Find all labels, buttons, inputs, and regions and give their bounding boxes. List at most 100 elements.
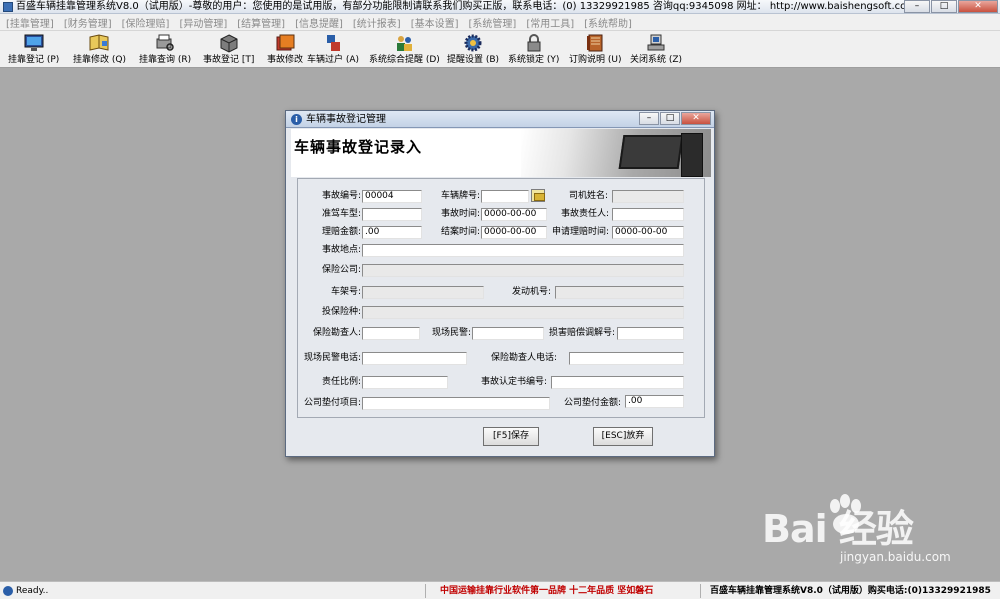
- status-slogan: 中国运输挂靠行业软件第一品牌 十二年品质 坚如磐石: [440, 586, 654, 596]
- responsible-person-label: 事故责任人:: [560, 209, 609, 219]
- statusbar: Ready.. 中国运输挂靠行业软件第一品牌 十二年品质 坚如磐石 百盛车辆挂靠…: [0, 581, 1000, 599]
- claim-amount-field[interactable]: .00: [362, 226, 422, 239]
- accident-location-field[interactable]: [362, 244, 684, 257]
- status-ready: Ready..: [16, 586, 49, 596]
- close-time-label: 结案时间:: [440, 227, 480, 237]
- cancel-button[interactable]: [ESC]放弃: [593, 427, 653, 446]
- baidu-paw-logo: [830, 494, 861, 534]
- responsible-person-field[interactable]: [612, 208, 684, 221]
- advance-item-field[interactable]: [362, 397, 550, 410]
- onsite-police-label: 现场民警:: [431, 328, 471, 338]
- tool-lock-button[interactable]: 系统锁定 (Y): [508, 33, 559, 66]
- watermark: Bai 经验 jingyan.baidu.com: [740, 488, 990, 578]
- menu-settlement[interactable]: [结算管理]: [237, 15, 285, 30]
- tool-transfer-button[interactable]: 车辆过户 (A): [307, 33, 359, 66]
- accident-no-field[interactable]: 00004: [362, 190, 422, 203]
- accident-time-label: 事故时间:: [440, 209, 480, 219]
- dialog-heading: 车辆事故登记录入: [294, 138, 423, 156]
- driver-name-label: 司机姓名:: [568, 191, 608, 201]
- book-icon: [89, 34, 109, 51]
- menu-finance[interactable]: [财务管理]: [64, 15, 112, 30]
- surveyor-phone-field[interactable]: [569, 352, 684, 365]
- computer-tower-icon: [681, 133, 703, 177]
- menu-tools[interactable]: [常用工具]: [526, 15, 574, 30]
- cube-icon: [220, 34, 238, 53]
- status-product: 百盛车辆挂靠管理系统V8.0（试用版）购买电话:(0)13329921985: [710, 586, 991, 596]
- dialog-title: 车辆事故登记管理: [306, 114, 386, 125]
- tool-reminder-button[interactable]: 系统综合提醒 (D): [369, 33, 440, 66]
- minimize-button[interactable]: –: [904, 0, 930, 13]
- dialog-minimize-button[interactable]: –: [639, 112, 659, 125]
- frame-no-field[interactable]: [362, 286, 484, 299]
- computer-icon: [647, 34, 665, 51]
- license-type-label: 准驾车型:: [321, 209, 361, 219]
- maximize-button[interactable]: □: [931, 0, 957, 13]
- menubar: [挂靠管理] [财务管理] [保险理赔] [异动管理] [结算管理] [信息提醒…: [0, 14, 1000, 31]
- form-area: 事故编号: 00004 车辆牌号: 司机姓名: 准驾车型: 事故时间: 0000…: [291, 178, 711, 421]
- damage-mediation-no-label: 损害赔偿调解号:: [548, 328, 615, 338]
- liability-ratio-field[interactable]: [362, 376, 448, 389]
- tool-order-info-button[interactable]: 订购说明 (U): [569, 33, 621, 66]
- notebook-icon: [587, 34, 603, 52]
- folders-icon: [276, 34, 295, 51]
- insurance-type-field[interactable]: [362, 306, 684, 319]
- tool-close-system-button[interactable]: 关闭系统 (Z): [630, 33, 682, 66]
- tool-modify-button[interactable]: 挂靠修改 (Q): [73, 33, 126, 66]
- close-time-field[interactable]: 0000-00-00: [481, 226, 547, 239]
- dialog-maximize-button[interactable]: □: [660, 112, 680, 125]
- menu-change[interactable]: [异动管理]: [179, 15, 227, 30]
- claim-amount-label: 理赔金额:: [321, 227, 361, 237]
- menu-system[interactable]: [系统管理]: [469, 15, 517, 30]
- accident-cert-no-label: 事故认定书编号:: [480, 377, 547, 387]
- tool-accident-modify-button[interactable]: 事故修改: [267, 33, 303, 66]
- liability-ratio-label: 责任比例:: [321, 377, 361, 387]
- close-button[interactable]: ✕: [958, 0, 998, 13]
- menu-reports[interactable]: [统计报表]: [353, 15, 401, 30]
- plate-no-field[interactable]: [481, 190, 529, 203]
- claim-apply-time-field[interactable]: 0000-00-00: [612, 226, 684, 239]
- window-titlebar: 百盛车辆挂靠管理系统V8.0（试用版）-尊敬的用户：您使用的是试用版，有部分功能…: [0, 0, 1000, 14]
- advance-amount-label: 公司垫付金额:: [563, 398, 621, 408]
- print-search-icon: [156, 34, 174, 51]
- tool-query-button[interactable]: 挂靠查询 (R): [139, 33, 191, 66]
- license-type-field[interactable]: [362, 208, 422, 221]
- police-phone-field[interactable]: [362, 352, 467, 365]
- dialog-window-controls: – □ ✕: [639, 112, 711, 125]
- save-button[interactable]: [F5]保存: [483, 427, 539, 446]
- surveyor-phone-label: 保险勘查人电话:: [490, 353, 557, 363]
- monitor-icon: [24, 34, 44, 51]
- police-phone-label: 现场民警电话:: [303, 353, 361, 363]
- tool-reminder-settings-button[interactable]: 提醒设置 (B): [447, 33, 499, 66]
- status-divider: [425, 584, 426, 598]
- menu-reminder[interactable]: [信息提醒]: [295, 15, 343, 30]
- tool-register-button[interactable]: 挂靠登记 (P): [8, 33, 59, 66]
- menu-guakao[interactable]: [挂靠管理]: [6, 15, 54, 30]
- accident-time-field[interactable]: 0000-00-00: [481, 208, 547, 221]
- insurance-surveyor-field[interactable]: [362, 327, 420, 340]
- accident-cert-no-field[interactable]: [551, 376, 684, 389]
- advance-item-label: 公司垫付项目:: [303, 398, 361, 408]
- folder-icon[interactable]: [531, 189, 545, 202]
- menu-basic-settings[interactable]: [基本设置]: [411, 15, 459, 30]
- dialog-close-button[interactable]: ✕: [681, 112, 711, 125]
- dialog-titlebar: i 车辆事故登记管理 – □ ✕: [286, 111, 714, 128]
- onsite-police-field[interactable]: [472, 327, 544, 340]
- window-controls: – □ ✕: [904, 0, 998, 13]
- tool-accident-register-button[interactable]: 事故登记 [T]: [203, 33, 254, 66]
- menu-help[interactable]: [系统帮助]: [584, 15, 632, 30]
- insurance-company-field[interactable]: [362, 264, 684, 277]
- gear-icon: [464, 34, 482, 52]
- menu-insurance[interactable]: [保险理赔]: [122, 15, 170, 30]
- driver-name-field[interactable]: [612, 190, 684, 203]
- damage-mediation-no-field[interactable]: [617, 327, 684, 340]
- engine-no-field[interactable]: [555, 286, 684, 299]
- toolbar: 挂靠登记 (P) 挂靠修改 (Q) 挂靠查询 (R) 事故登记 [T] 事故修改…: [0, 31, 1000, 68]
- info-icon: i: [291, 114, 302, 125]
- engine-no-label: 发动机号:: [511, 287, 551, 297]
- lock-icon: [527, 34, 541, 52]
- advance-amount-field[interactable]: .00: [625, 395, 684, 408]
- window-title: 百盛车辆挂靠管理系统V8.0（试用版）-尊敬的用户：您使用的是试用版，有部分功能…: [16, 1, 917, 12]
- status-divider: [700, 584, 701, 598]
- accident-no-label: 事故编号:: [321, 191, 361, 201]
- monitor-icon: [618, 135, 684, 169]
